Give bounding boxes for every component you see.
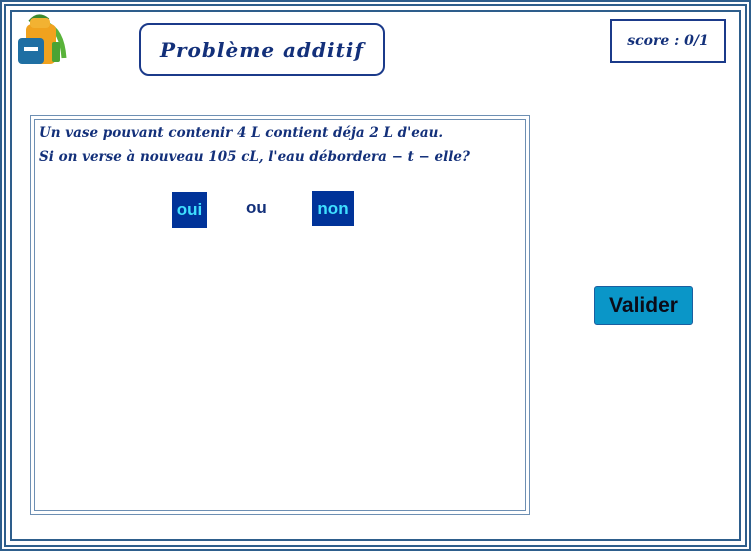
oui-button[interactable]: oui <box>172 192 207 228</box>
choice-separator: ou <box>246 198 267 217</box>
question-line-2: Si on verse à nouveau 105 cL, l'eau débo… <box>39 149 470 165</box>
score-display: score : 0/1 <box>610 19 726 63</box>
page-title: Problème additif <box>139 23 385 76</box>
question-line-1: Un vase pouvant contenir 4 L contient dé… <box>39 125 444 141</box>
question-panel: Un vase pouvant contenir 4 L contient dé… <box>30 115 530 515</box>
validate-button[interactable]: Valider <box>594 286 693 325</box>
non-button[interactable]: non <box>312 191 354 226</box>
backpack-icon <box>16 12 68 68</box>
question-panel-inner: Un vase pouvant contenir 4 L contient dé… <box>34 119 526 511</box>
